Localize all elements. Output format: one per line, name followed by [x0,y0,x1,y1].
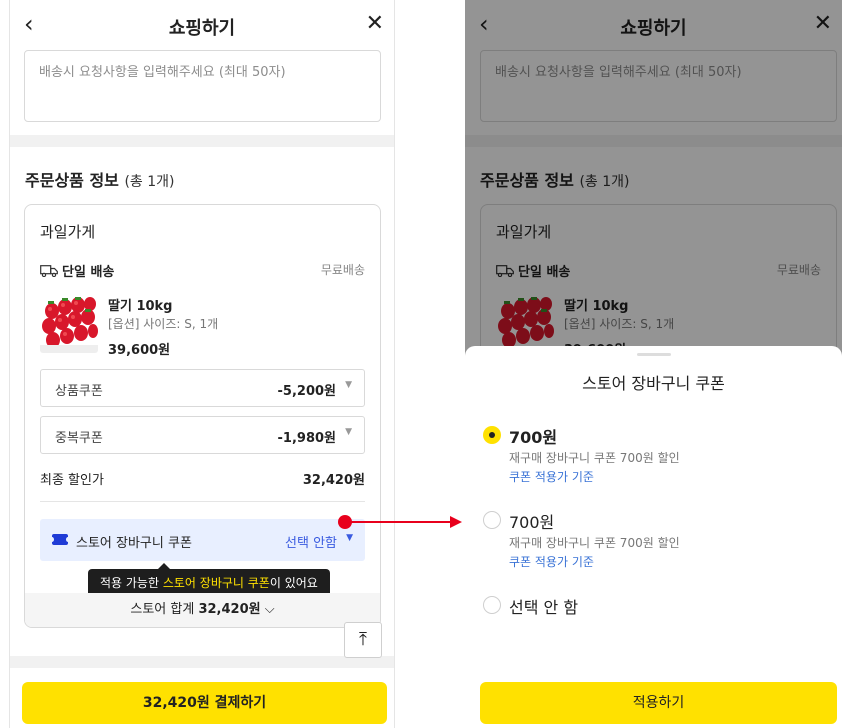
chevron-down-icon: ▼ [346,533,353,543]
basket-coupon-sheet: 스토어 장바구니 쿠폰 700원 재구매 장바구니 쿠폰 700원 할인 쿠폰 … [465,346,842,728]
product-option: [옵션] 사이즈: S, 1개 [108,317,219,331]
store-total-label: 스토어 합계 [130,602,195,617]
coupon-option-title: 700원 [509,513,555,532]
checkout-screen-after: ‹ 쇼핑하기 ✕ 배송시 요청사항을 입력해주세요 (최대 50자) 주문상품 … [465,0,842,728]
tooltip-suffix: 이 있어요 [269,576,318,590]
product-coupon-label: 상품쿠폰 [55,384,103,399]
chevron-down-icon: ⌵ [264,602,275,617]
store-total-value: 32,420원 [198,602,261,617]
coupon-ticket-icon [50,534,70,545]
product-thumbnail [40,295,98,353]
coupon-option-desc: 재구매 장바구니 쿠폰 700원 할인 [509,451,680,465]
strawberry-image [40,295,98,353]
radio-unselected-icon[interactable] [483,511,501,529]
store-total-toggle[interactable]: 스토어 합계 32,420원 ⌵ [25,593,380,627]
section-divider [10,135,394,147]
product-coupon-amount: -5,200원 [277,384,336,399]
duplicate-coupon-label: 중복쿠폰 [55,431,103,446]
arrow-head-icon [450,516,462,528]
coupon-option-desc: 재구매 장바구니 쿠폰 700원 할인 [509,536,680,550]
order-section-title: 주문상품 정보 (총 1개) [25,167,175,191]
pay-button[interactable]: 32,420원 결제하기 [22,682,387,724]
coupon-option-link[interactable]: 쿠폰 적용가 기준 [509,468,594,485]
duplicate-coupon-amount: -1,980원 [277,431,336,446]
checkout-screen-before: ‹ 쇼핑하기 ✕ 배송시 요청사항을 입력해주세요 (최대 50자) 주문상품 … [9,0,395,728]
store-card: 과일가게 단일 배송 무료배송 [24,204,381,628]
order-count: (총 1개) [124,174,175,190]
final-price-value: 32,420원 [302,473,365,488]
apply-button[interactable]: 적용하기 [480,682,837,724]
coupon-option-title: 선택 안 함 [509,598,579,617]
chevron-down-icon: ▼ [345,380,352,390]
header: ‹ 쇼핑하기 ✕ [10,0,394,50]
radio-selected-icon[interactable] [483,426,501,444]
radio-unselected-icon[interactable] [483,596,501,614]
basket-coupon-selected: 선택 안함 [285,536,337,551]
product-name: 딸기 10kg [108,299,173,314]
duplicate-coupon-select[interactable]: 중복쿠폰 -1,980원 ▼ [40,416,365,454]
store-name: 과일가게 [40,223,96,241]
shipping-fee: 무료배송 [320,263,365,277]
truck-icon [40,265,58,277]
tooltip-prefix: 적용 가능한 [100,576,163,590]
scroll-top-button[interactable]: ⤒ [344,622,382,658]
page-title: 쇼핑하기 [168,18,236,39]
tooltip-highlight: 스토어 장바구니 쿠폰 [162,576,270,590]
product-coupon-select[interactable]: 상품쿠폰 -5,200원 ▼ [40,369,365,407]
final-price-row: 최종 할인가 32,420원 [40,469,365,488]
shipping-label: 단일 배송 [62,265,115,280]
basket-coupon-label: 스토어 장바구니 쿠폰 [76,536,192,551]
sheet-title: 스토어 장바구니 쿠폰 [582,374,725,393]
chevron-down-icon: ▼ [345,427,352,437]
delivery-memo-input[interactable]: 배송시 요청사항을 입력해주세요 (최대 50자) [24,50,381,122]
coupon-option-title: 700원 [509,428,558,447]
product-price: 39,600원 [108,343,171,358]
memo-placeholder: 배송시 요청사항을 입력해주세요 (최대 50자) [39,65,286,80]
section-divider [10,656,394,668]
coupon-option-link[interactable]: 쿠폰 적용가 기준 [509,553,594,570]
order-section-label: 주문상품 정보 [25,171,119,190]
close-icon[interactable]: ✕ [366,12,384,36]
basket-coupon-select[interactable]: 스토어 장바구니 쿠폰 선택 안함 ▼ [40,519,365,561]
shipping-row: 단일 배송 무료배송 [40,261,365,280]
final-price-label: 최종 할인가 [40,473,104,488]
divider [40,501,365,502]
stage: ‹ 쇼핑하기 ✕ 배송시 요청사항을 입력해주세요 (최대 50자) 주문상품 … [0,0,842,728]
sheet-handle[interactable] [636,353,671,356]
